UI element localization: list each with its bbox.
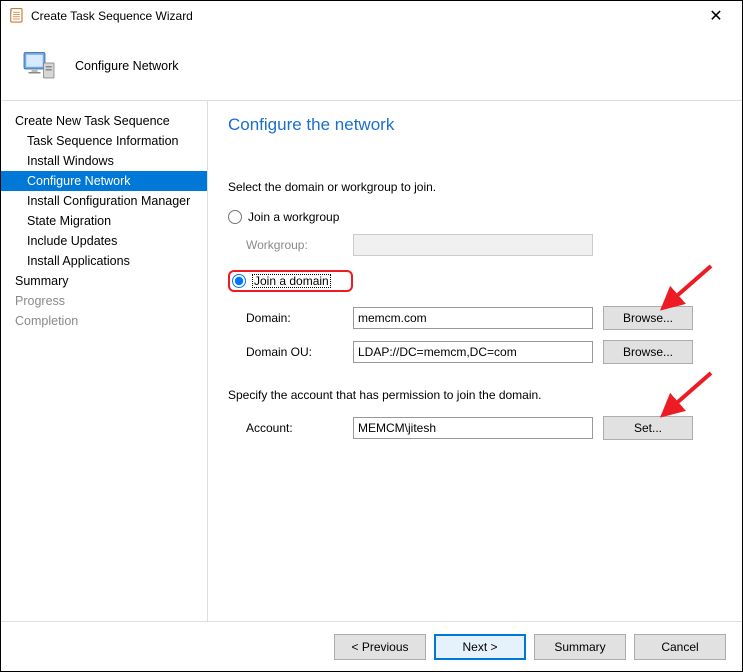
cancel-button[interactable]: Cancel	[634, 634, 726, 660]
footer: < Previous Next > Summary Cancel	[1, 621, 742, 671]
header-panel: Configure Network	[1, 31, 742, 101]
nav-root[interactable]: Create New Task Sequence	[1, 111, 207, 131]
nav-item-state-migration[interactable]: State Migration	[1, 211, 207, 231]
domain-input[interactable]	[353, 307, 593, 329]
titlebar: Create Task Sequence Wizard ✕	[1, 1, 742, 31]
wizard-icon	[7, 7, 25, 25]
radio-workgroup[interactable]	[228, 210, 242, 224]
radio-domain-highlight: Join a domain	[228, 270, 353, 292]
summary-button[interactable]: Summary	[534, 634, 626, 660]
domain-ou-label: Domain OU:	[228, 345, 353, 359]
domain-label: Domain:	[228, 311, 353, 325]
nav-summary[interactable]: Summary	[1, 271, 207, 291]
nav-item-install-windows[interactable]: Install Windows	[1, 151, 207, 171]
nav-progress: Progress	[1, 291, 207, 311]
section-intro: Select the domain or workgroup to join.	[228, 180, 722, 194]
nav-item-include-updates[interactable]: Include Updates	[1, 231, 207, 251]
window-title: Create Task Sequence Wizard	[31, 9, 696, 23]
browse-domain-button[interactable]: Browse...	[603, 306, 693, 330]
nav-item-task-info[interactable]: Task Sequence Information	[1, 131, 207, 151]
content-title: Configure the network	[228, 115, 722, 135]
nav-item-install-apps[interactable]: Install Applications	[1, 251, 207, 271]
set-account-button[interactable]: Set...	[603, 416, 693, 440]
nav-sidebar: Create New Task Sequence Task Sequence I…	[1, 101, 208, 621]
account-label: Account:	[228, 421, 353, 435]
nav-item-configure-network[interactable]: Configure Network	[1, 171, 207, 191]
content-panel: Configure the network Select the domain …	[208, 101, 742, 621]
previous-button[interactable]: < Previous	[334, 634, 426, 660]
close-button[interactable]: ✕	[696, 1, 736, 31]
computer-icon	[21, 48, 57, 84]
radio-domain-label: Join a domain	[252, 274, 331, 288]
radio-domain[interactable]	[232, 274, 246, 288]
domain-ou-input[interactable]	[353, 341, 593, 363]
nav-completion: Completion	[1, 311, 207, 331]
nav-item-install-cm[interactable]: Install Configuration Manager	[1, 191, 207, 211]
next-button[interactable]: Next >	[434, 634, 526, 660]
workgroup-input	[353, 234, 593, 256]
spec-text: Specify the account that has permission …	[228, 388, 722, 402]
header-title: Configure Network	[75, 59, 179, 73]
workgroup-label: Workgroup:	[228, 238, 353, 252]
account-input[interactable]	[353, 417, 593, 439]
browse-ou-button[interactable]: Browse...	[603, 340, 693, 364]
radio-workgroup-label: Join a workgroup	[248, 210, 339, 224]
